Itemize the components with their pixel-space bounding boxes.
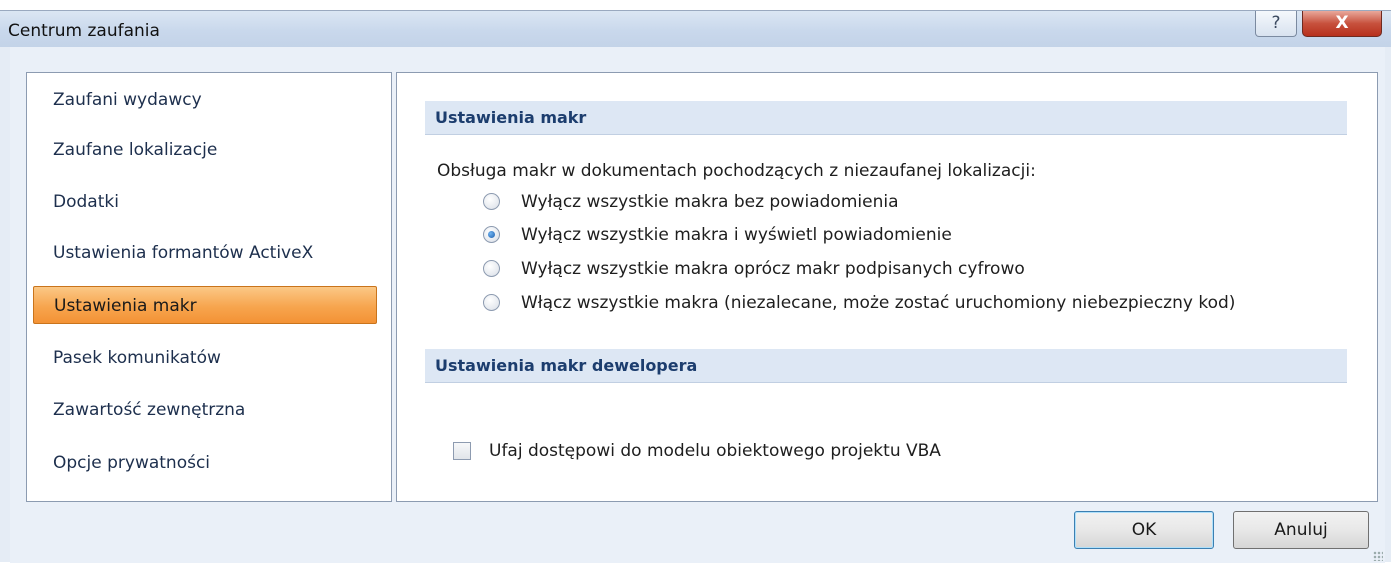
- category-list: Zaufani wydawcy Zaufane lokalizacje Doda…: [26, 72, 392, 502]
- radio-label: Wyłącz wszystkie makra i wyświetl powiad…: [521, 225, 952, 245]
- checkbox-label: Ufaj dostępowi do modelu obiektowego pro…: [489, 441, 941, 461]
- radio-button[interactable]: [483, 193, 500, 210]
- radio-button[interactable]: [483, 294, 500, 311]
- help-icon: ?: [1271, 13, 1281, 33]
- ok-button[interactable]: OK: [1074, 511, 1214, 549]
- macro-settings-description: Obsługa makr w dokumentach pochodzących …: [437, 161, 1036, 181]
- resize-grip-icon[interactable]: [1373, 551, 1383, 561]
- checkbox[interactable]: [453, 442, 471, 460]
- nav-item-external-content[interactable]: Zawartość zewnętrzna: [33, 391, 377, 429]
- nav-item-macro-settings[interactable]: Ustawienia makr: [33, 286, 377, 324]
- developer-settings-header: Ustawienia makr dewelopera: [425, 349, 1347, 383]
- macro-settings-header: Ustawienia makr: [425, 101, 1347, 135]
- nav-item-message-bar[interactable]: Pasek komunikatów: [33, 339, 377, 377]
- nav-item-activex-settings[interactable]: Ustawienia formantów ActiveX: [33, 234, 377, 272]
- radio-button[interactable]: [483, 260, 500, 277]
- help-button[interactable]: ?: [1255, 11, 1297, 37]
- nav-item-trusted-locations[interactable]: Zaufane lokalizacje: [33, 131, 377, 169]
- radio-label: Wyłącz wszystkie makra bez powiadomienia: [521, 192, 899, 212]
- cancel-button[interactable]: Anuluj: [1233, 511, 1369, 549]
- dialog-body: Zaufani wydawcy Zaufane lokalizacje Doda…: [10, 47, 1385, 563]
- radio-button-selected[interactable]: [483, 226, 500, 243]
- trust-center-dialog: Centrum zaufania ? X Zaufani wydawcy Zau…: [0, 10, 1391, 563]
- close-icon: X: [1335, 13, 1349, 33]
- radio-dot-icon: [488, 231, 495, 238]
- nav-item-trusted-publishers[interactable]: Zaufani wydawcy: [33, 81, 377, 119]
- nav-item-privacy-options[interactable]: Opcje prywatności: [33, 444, 377, 482]
- dialog-title: Centrum zaufania: [8, 21, 160, 41]
- settings-panel: Ustawienia makr Obsługa makr w dokumenta…: [396, 72, 1378, 502]
- title-bar[interactable]: Centrum zaufania ? X: [0, 11, 1391, 47]
- radio-label: Włącz wszystkie makra (niezalecane, może…: [521, 293, 1236, 313]
- nav-item-add-ins[interactable]: Dodatki: [33, 183, 377, 221]
- close-button[interactable]: X: [1302, 11, 1382, 37]
- radio-label: Wyłącz wszystkie makra oprócz makr podpi…: [521, 259, 1025, 279]
